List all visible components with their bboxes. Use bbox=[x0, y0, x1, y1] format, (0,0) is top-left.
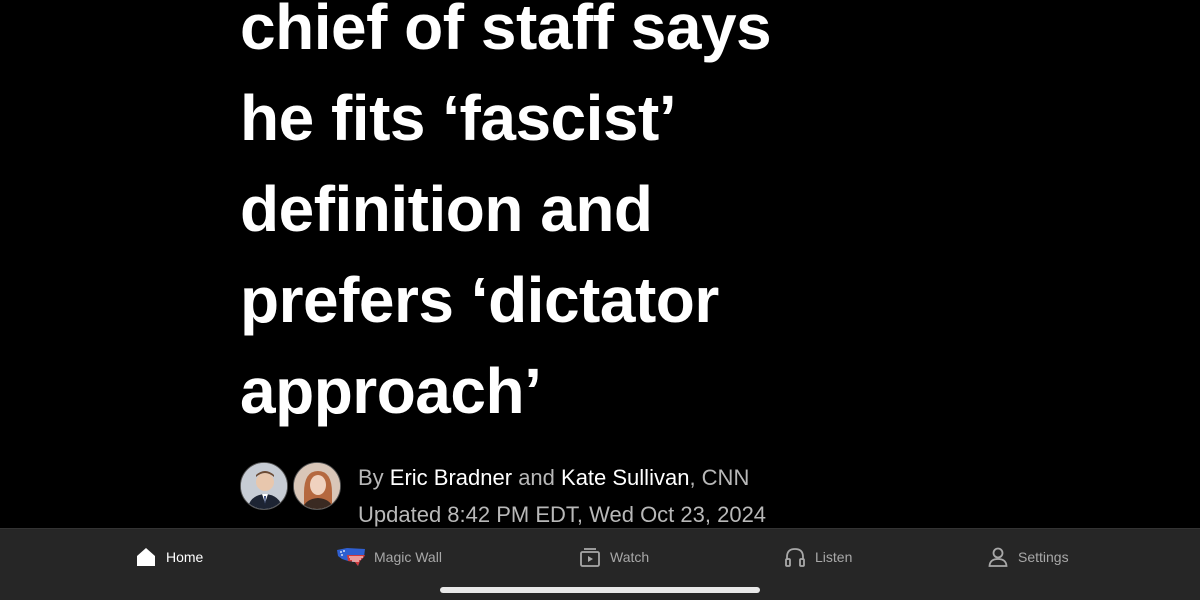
byline-source: , CNN bbox=[689, 465, 750, 490]
byline: By Eric Bradner and Kate Sullivan, CNN bbox=[358, 465, 749, 491]
author-link-kate-sullivan[interactable]: Kate Sullivan bbox=[561, 465, 689, 490]
play-stack-icon bbox=[578, 545, 602, 569]
us-map-flag-icon bbox=[336, 545, 366, 569]
byline-prefix: By bbox=[358, 465, 390, 490]
tab-watch[interactable]: Watch bbox=[578, 543, 649, 571]
home-icon bbox=[134, 545, 158, 569]
tab-magic-wall[interactable]: Magic Wall bbox=[336, 543, 442, 571]
headline-line: chief of staff says bbox=[240, 0, 772, 63]
author-avatar-kate-sullivan[interactable] bbox=[293, 462, 341, 510]
tab-listen[interactable]: Listen bbox=[783, 543, 852, 571]
tab-home[interactable]: Home bbox=[134, 543, 203, 571]
byline-conjunction: and bbox=[512, 465, 562, 490]
headline-line: he fits ‘fascist’ bbox=[240, 82, 677, 154]
author-link-eric-bradner[interactable]: Eric Bradner bbox=[390, 465, 512, 490]
headline-line: approach’ bbox=[240, 355, 542, 427]
tab-label: Settings bbox=[1018, 549, 1069, 565]
tab-label: Home bbox=[166, 549, 204, 565]
home-indicator[interactable] bbox=[440, 587, 760, 593]
tab-label: Listen bbox=[815, 549, 853, 565]
headline-line: prefers ‘dictator bbox=[240, 264, 719, 336]
tab-label: Watch bbox=[610, 549, 650, 565]
tab-settings[interactable]: Settings bbox=[986, 543, 1069, 571]
article-headline: chief of staff says he fits ‘fascist’ de… bbox=[240, 0, 772, 437]
article: chief of staff says he fits ‘fascist’ de… bbox=[240, 0, 1140, 528]
author-avatar-eric-bradner[interactable] bbox=[240, 462, 288, 510]
headline-line: definition and bbox=[240, 173, 653, 245]
person-icon bbox=[986, 545, 1010, 569]
headphones-icon bbox=[783, 545, 807, 569]
byline-block: By Eric Bradner and Kate Sullivan, CNN U… bbox=[240, 460, 1140, 528]
tab-label: Magic Wall bbox=[374, 549, 442, 565]
updated-timestamp: Updated 8:42 PM EDT, Wed Oct 23, 2024 bbox=[358, 502, 767, 527]
